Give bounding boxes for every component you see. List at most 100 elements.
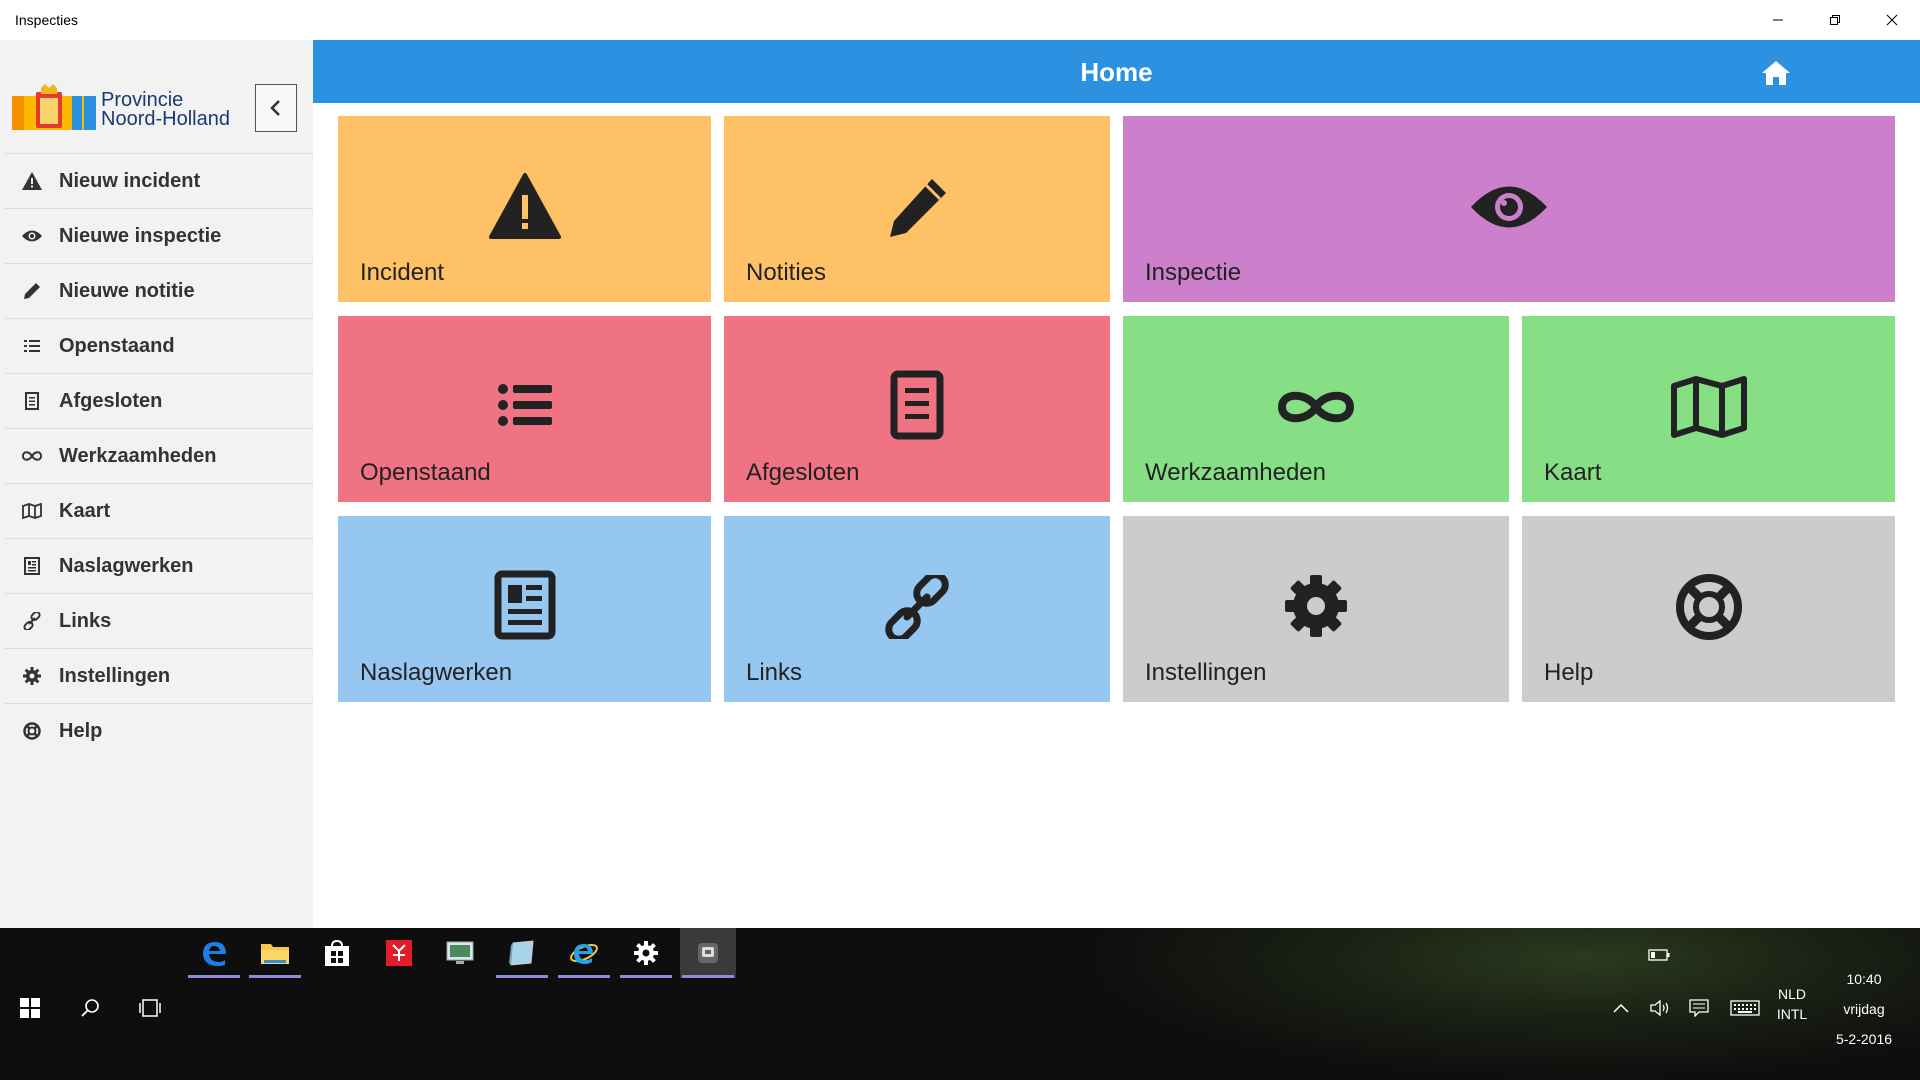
taskbar-file-explorer[interactable] — [247, 928, 303, 978]
taskbar-remote-desktop[interactable] — [432, 928, 488, 978]
sidebar-item-naslagwerken[interactable]: Naslagwerken — [5, 538, 313, 593]
tile-links[interactable]: Links — [724, 516, 1110, 702]
tile-afgesloten[interactable]: Afgesloten — [724, 316, 1110, 502]
sidebar-menu: Nieuw incident Nieuwe inspectie Nieuwe n… — [5, 153, 313, 758]
sidebar-item-label: Openstaand — [59, 334, 175, 357]
window-title-bar: Inspecties — [0, 0, 1920, 40]
sidebar-item-nieuw-incident[interactable]: Nieuw incident — [5, 153, 313, 208]
list-icon — [497, 384, 552, 431]
tile-label: Instellingen — [1145, 659, 1267, 686]
tile-incident[interactable]: Incident — [338, 116, 711, 302]
sidebar-item-label: Naslagwerken — [59, 554, 194, 577]
edge-icon — [203, 942, 226, 966]
tile-label: Inspectie — [1145, 259, 1242, 286]
tile-inspectie[interactable]: Inspectie — [1123, 116, 1895, 302]
tile-openstaand[interactable]: Openstaand — [338, 316, 711, 502]
link-icon — [885, 571, 949, 644]
sidebar-item-werkzaamheden[interactable]: Werkzaamheden — [5, 428, 313, 483]
sidebar: Provincie Noord-Holland Nieuw incident N… — [0, 40, 313, 928]
warning-icon — [21, 170, 43, 192]
battery-icon — [1648, 949, 1670, 961]
taskbar-notebook-app[interactable] — [494, 928, 550, 978]
clock-time: 10:40 — [1846, 971, 1882, 987]
folder-icon — [261, 944, 289, 964]
inspecties-app-icon — [698, 943, 718, 963]
document-icon — [890, 370, 944, 445]
tile-label: Afgesloten — [746, 459, 860, 486]
search-button[interactable] — [72, 990, 108, 1026]
taskbar-store[interactable] — [309, 928, 365, 978]
gear-icon — [1283, 573, 1349, 644]
list-icon — [21, 335, 43, 357]
red-app-icon — [386, 940, 412, 966]
show-hidden-icons-button[interactable] — [1606, 990, 1636, 1026]
window-title: Inspecties — [15, 12, 79, 28]
input-language-indicator[interactable]: NLD INTL — [1768, 984, 1816, 1024]
taskbar-settings[interactable] — [618, 928, 674, 978]
windows-logo-icon — [20, 998, 40, 1018]
clock[interactable]: 10:40 vrijdag 5-2-2016 — [1818, 964, 1910, 1054]
page-title: Home — [1080, 57, 1153, 87]
sidebar-item-openstaand[interactable]: Openstaand — [5, 318, 313, 373]
home-icon — [1762, 61, 1790, 85]
sidebar-item-label: Nieuwe notitie — [59, 279, 195, 302]
sidebar-item-links[interactable]: Links — [5, 593, 313, 648]
newspaper-icon — [494, 570, 556, 645]
tile-kaart[interactable]: Kaart — [1522, 316, 1895, 502]
tile-notities[interactable]: Notities — [724, 116, 1110, 302]
sidebar-item-nieuwe-notitie[interactable]: Nieuwe notitie — [5, 263, 313, 318]
sidebar-item-label: Afgesloten — [59, 389, 163, 412]
tile-label: Openstaand — [360, 459, 491, 486]
taskbar-edge[interactable] — [186, 928, 242, 978]
start-button[interactable] — [12, 990, 48, 1026]
restore-button[interactable] — [1806, 0, 1863, 40]
sidebar-item-nieuwe-inspectie[interactable]: Nieuwe inspectie — [5, 208, 313, 263]
tile-label: Incident — [360, 259, 445, 286]
tile-naslagwerken[interactable]: Naslagwerken — [338, 516, 711, 702]
tile-label: Links — [746, 659, 803, 686]
lifebuoy-icon — [21, 720, 43, 742]
touch-keyboard-button[interactable] — [1726, 990, 1764, 1026]
volume-icon — [1650, 999, 1669, 1017]
volume-button[interactable] — [1644, 990, 1676, 1026]
sidebar-item-label: Nieuwe inspectie — [59, 224, 222, 247]
taskbar: NLD INTL 10:40 vrijdag 5-2-2016 — [0, 928, 1920, 1080]
minimize-button[interactable] — [1749, 0, 1806, 40]
gear-icon — [21, 665, 43, 687]
sidebar-item-label: Nieuw incident — [59, 169, 201, 192]
taskbar-internet-explorer[interactable] — [556, 928, 612, 978]
map-icon — [1670, 376, 1748, 443]
chevron-left-icon — [270, 100, 280, 116]
sidebar-item-help[interactable]: Help — [5, 703, 313, 758]
logo-text: Provincie Noord-Holland — [101, 90, 230, 129]
app-header: Home — [313, 40, 1920, 103]
document-icon — [21, 390, 43, 412]
tile-instellingen[interactable]: Instellingen — [1123, 516, 1509, 702]
collapse-sidebar-button[interactable] — [255, 84, 297, 132]
tile-label: Werkzaamheden — [1145, 459, 1326, 486]
battery-indicator[interactable] — [1646, 943, 1672, 967]
sidebar-item-label: Werkzaamheden — [59, 444, 217, 467]
sidebar-item-instellingen[interactable]: Instellingen — [5, 648, 313, 703]
taskbar-inspecties-app[interactable] — [680, 928, 736, 978]
newspaper-icon — [21, 555, 43, 577]
close-button[interactable] — [1863, 0, 1920, 40]
taskbar-red-app[interactable] — [371, 928, 427, 978]
action-center-button[interactable] — [1683, 990, 1715, 1026]
tile-werkzaamheden[interactable]: Werkzaamheden — [1123, 316, 1509, 502]
sidebar-item-afgesloten[interactable]: Afgesloten — [5, 373, 313, 428]
logo-area: Provincie Noord-Holland — [0, 40, 313, 154]
eye-icon — [1470, 184, 1548, 235]
search-icon — [81, 999, 99, 1017]
sidebar-item-label: Instellingen — [59, 664, 171, 687]
action-center-icon — [1689, 999, 1709, 1017]
pencil-icon — [886, 177, 948, 244]
settings-gear-icon — [634, 941, 658, 965]
keyboard-icon — [1730, 1000, 1760, 1016]
tile-help[interactable]: Help — [1522, 516, 1895, 702]
sidebar-item-kaart[interactable]: Kaart — [5, 483, 313, 538]
clock-day: vrijdag — [1843, 1001, 1885, 1017]
home-button[interactable] — [1759, 57, 1793, 89]
task-view-button[interactable] — [132, 990, 168, 1026]
task-view-icon — [139, 999, 161, 1017]
